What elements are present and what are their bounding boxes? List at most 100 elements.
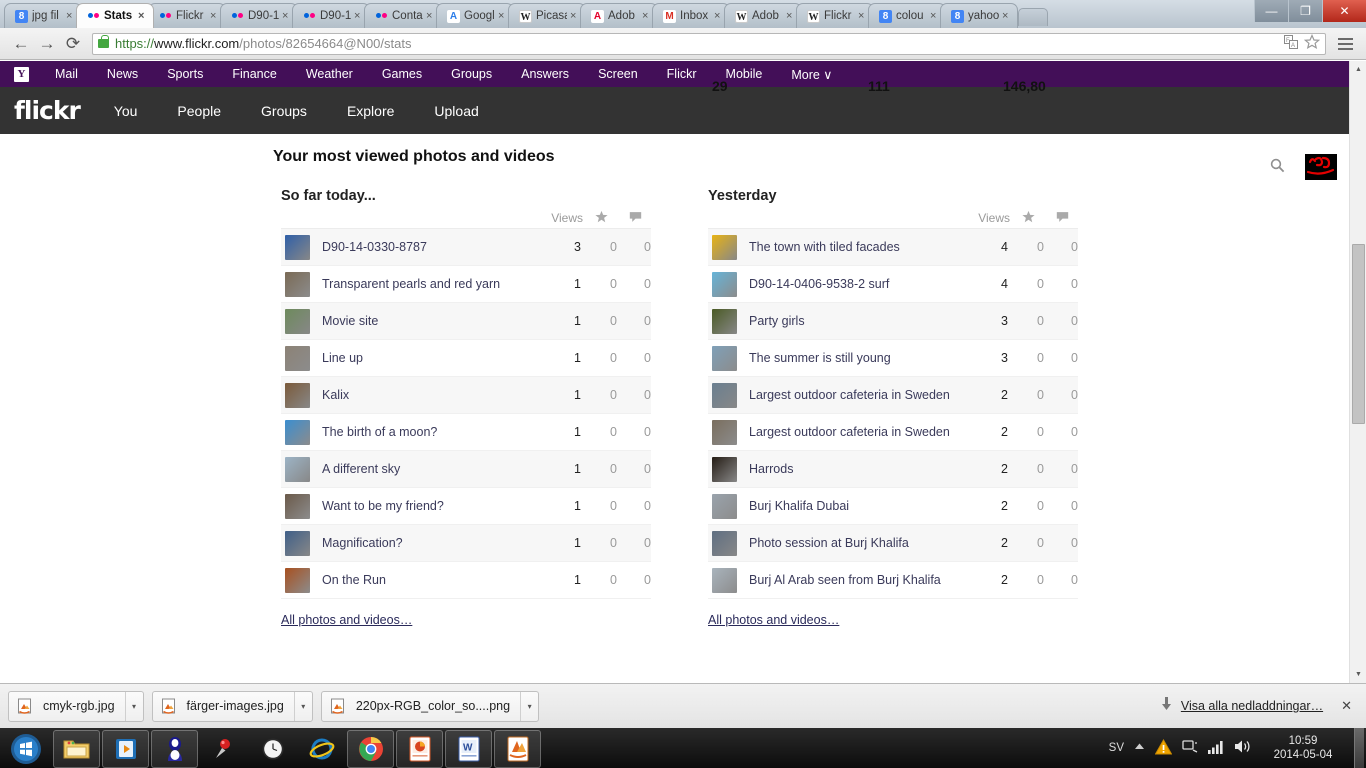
photo-row[interactable]: Magnification? 1 0 0 bbox=[281, 525, 651, 562]
photo-row[interactable]: Photo session at Burj Khalifa 2 0 0 bbox=[708, 525, 1078, 562]
photo-thumbnail[interactable] bbox=[712, 419, 737, 445]
browser-tab[interactable]: Stats |× bbox=[76, 3, 154, 28]
photo-title[interactable]: Line up bbox=[322, 351, 537, 365]
photo-thumbnail[interactable] bbox=[285, 419, 310, 445]
photo-title[interactable]: Party girls bbox=[749, 314, 964, 328]
messenger-icon[interactable] bbox=[151, 729, 198, 768]
photo-title[interactable]: The birth of a moon? bbox=[322, 425, 537, 439]
photo-title[interactable]: Kalix bbox=[322, 388, 537, 402]
photo-row[interactable]: Burj Khalifa Dubai 2 0 0 bbox=[708, 488, 1078, 525]
photo-title[interactable]: Want to be my friend? bbox=[322, 499, 537, 513]
photo-row[interactable]: Harrods 2 0 0 bbox=[708, 451, 1078, 488]
browser-tab[interactable]: 8 jpg fil × bbox=[4, 3, 82, 28]
translate-icon[interactable]: FA bbox=[1284, 35, 1298, 52]
browser-tab[interactable]: Conta × bbox=[364, 3, 442, 28]
photo-title[interactable]: The summer is still young bbox=[749, 351, 964, 365]
photo-thumbnail[interactable] bbox=[712, 271, 737, 297]
all-photos-link[interactable]: All photos and videos… bbox=[281, 613, 412, 627]
bookmark-star-icon[interactable] bbox=[1303, 34, 1321, 53]
photo-row[interactable]: Want to be my friend? 1 0 0 bbox=[281, 488, 651, 525]
media-player-icon[interactable] bbox=[102, 729, 149, 768]
photo-title[interactable]: On the Run bbox=[322, 573, 537, 587]
photo-row[interactable]: D90-14-0406-9538-2 surf 4 0 0 bbox=[708, 266, 1078, 303]
photo-title[interactable]: Transparent pearls and red yarn bbox=[322, 277, 537, 291]
search-box[interactable] bbox=[1053, 152, 1293, 182]
photo-thumbnail[interactable] bbox=[712, 530, 737, 556]
photo-title[interactable]: Movie site bbox=[322, 314, 537, 328]
photo-thumbnail[interactable] bbox=[712, 567, 737, 593]
browser-tab[interactable]: D90-1 × bbox=[220, 3, 298, 28]
photo-title[interactable]: D90-14-0330-8787 bbox=[322, 240, 537, 254]
browser-tab[interactable]: Flickr × bbox=[148, 3, 226, 28]
photo-row[interactable]: The town with tiled facades 4 0 0 bbox=[708, 229, 1078, 266]
photo-row[interactable]: The summer is still young 3 0 0 bbox=[708, 340, 1078, 377]
search-icon[interactable] bbox=[1270, 158, 1285, 177]
flickr-nav-item[interactable]: People bbox=[177, 103, 221, 119]
download-item[interactable]: färger-images.jpg ▾ bbox=[151, 690, 313, 722]
photo-row[interactable]: Movie site 1 0 0 bbox=[281, 303, 651, 340]
scroll-down-arrow[interactable]: ▼ bbox=[1350, 666, 1366, 683]
browser-tab[interactable]: M Inbox × bbox=[652, 3, 730, 28]
download-item[interactable]: cmyk-rgb.jpg ▾ bbox=[8, 690, 144, 722]
download-menu-caret[interactable]: ▾ bbox=[124, 691, 143, 721]
download-menu-caret[interactable]: ▾ bbox=[520, 691, 538, 721]
browser-tab[interactable]: 8 colou × bbox=[868, 3, 946, 28]
language-indicator[interactable]: SV bbox=[1109, 742, 1124, 754]
forward-icon[interactable]: → bbox=[34, 31, 60, 57]
word-icon[interactable]: W bbox=[445, 729, 492, 768]
photo-title[interactable]: Magnification? bbox=[322, 536, 537, 550]
photo-row[interactable]: The birth of a moon? 1 0 0 bbox=[281, 414, 651, 451]
photo-thumbnail[interactable] bbox=[712, 382, 737, 408]
photo-title[interactable]: Largest outdoor cafeteria in Sweden bbox=[749, 425, 964, 439]
photo-row[interactable]: Largest outdoor cafeteria in Sweden 2 0 0 bbox=[708, 377, 1078, 414]
photo-thumbnail[interactable] bbox=[285, 530, 310, 556]
reload-icon[interactable]: ⟳ bbox=[60, 31, 86, 57]
photo-title[interactable]: Burj Al Arab seen from Burj Khalifa bbox=[749, 573, 964, 587]
flickr-nav-item[interactable]: You bbox=[114, 103, 138, 119]
flickr-nav-item[interactable]: Explore bbox=[347, 103, 394, 119]
chrome-menu-icon[interactable] bbox=[1332, 31, 1358, 57]
photo-thumbnail[interactable] bbox=[285, 493, 310, 519]
powerpoint-icon[interactable] bbox=[396, 729, 443, 768]
photo-row[interactable]: D90-14-0330-8787 3 0 0 bbox=[281, 229, 651, 266]
photo-title[interactable]: Photo session at Burj Khalifa bbox=[749, 536, 964, 550]
download-item[interactable]: 220px-RGB_color_so....png ▾ bbox=[320, 690, 540, 722]
photo-row[interactable]: Line up 1 0 0 bbox=[281, 340, 651, 377]
network-tray-icon[interactable] bbox=[1182, 739, 1198, 757]
address-bar[interactable]: https://www.flickr.com/photos/82654664@N… bbox=[92, 32, 1326, 55]
show-hidden-icons-chevron[interactable] bbox=[1134, 742, 1145, 754]
clock-app-icon[interactable] bbox=[249, 730, 296, 768]
new-tab-button[interactable] bbox=[1018, 8, 1048, 26]
photo-row[interactable]: Party girls 3 0 0 bbox=[708, 303, 1078, 340]
show-all-downloads-link[interactable]: Visa alla nedladdningar… bbox=[1181, 699, 1323, 713]
photo-thumbnail[interactable] bbox=[285, 345, 310, 371]
scroll-up-arrow[interactable]: ▲ bbox=[1350, 61, 1366, 78]
browser-tab[interactable]: A Adob × bbox=[580, 3, 658, 28]
back-icon[interactable]: ← bbox=[8, 31, 34, 57]
photo-thumbnail[interactable] bbox=[712, 308, 737, 334]
photo-thumbnail[interactable] bbox=[285, 382, 310, 408]
action-center-warning-icon[interactable] bbox=[1154, 738, 1173, 758]
close-window-button[interactable]: ✕ bbox=[1322, 0, 1366, 22]
photo-title[interactable]: A different sky bbox=[322, 462, 537, 476]
taskbar-clock[interactable]: 10:59 2014-05-04 bbox=[1262, 734, 1344, 762]
photo-row[interactable]: A different sky 1 0 0 bbox=[281, 451, 651, 488]
photo-thumbnail[interactable] bbox=[712, 234, 737, 260]
signal-bars-icon[interactable] bbox=[1208, 740, 1224, 757]
tab-close-icon[interactable]: × bbox=[1002, 10, 1013, 22]
close-downloads-bar-icon[interactable]: ✕ bbox=[1341, 698, 1352, 714]
photo-row[interactable]: On the Run 1 0 0 bbox=[281, 562, 651, 599]
photo-thumbnail[interactable] bbox=[285, 456, 310, 482]
photo-title[interactable]: Burj Khalifa Dubai bbox=[749, 499, 964, 513]
browser-tab[interactable]: 8 yahoo × bbox=[940, 3, 1018, 28]
photo-row[interactable]: Largest outdoor cafeteria in Sweden 2 0 0 bbox=[708, 414, 1078, 451]
flickr-nav-item[interactable]: Upload bbox=[434, 103, 478, 119]
browser-tab[interactable]: A Googl × bbox=[436, 3, 514, 28]
photo-thumbnail[interactable] bbox=[712, 456, 737, 482]
photo-row[interactable]: Kalix 1 0 0 bbox=[281, 377, 651, 414]
browser-tab[interactable]: W Adob × bbox=[724, 3, 802, 28]
photo-row[interactable]: Burj Al Arab seen from Burj Khalifa 2 0 0 bbox=[708, 562, 1078, 599]
start-orb-icon[interactable] bbox=[1, 730, 51, 768]
browser-tab[interactable]: W Flickr × bbox=[796, 3, 874, 28]
scrollbar-thumb[interactable] bbox=[1352, 244, 1365, 424]
